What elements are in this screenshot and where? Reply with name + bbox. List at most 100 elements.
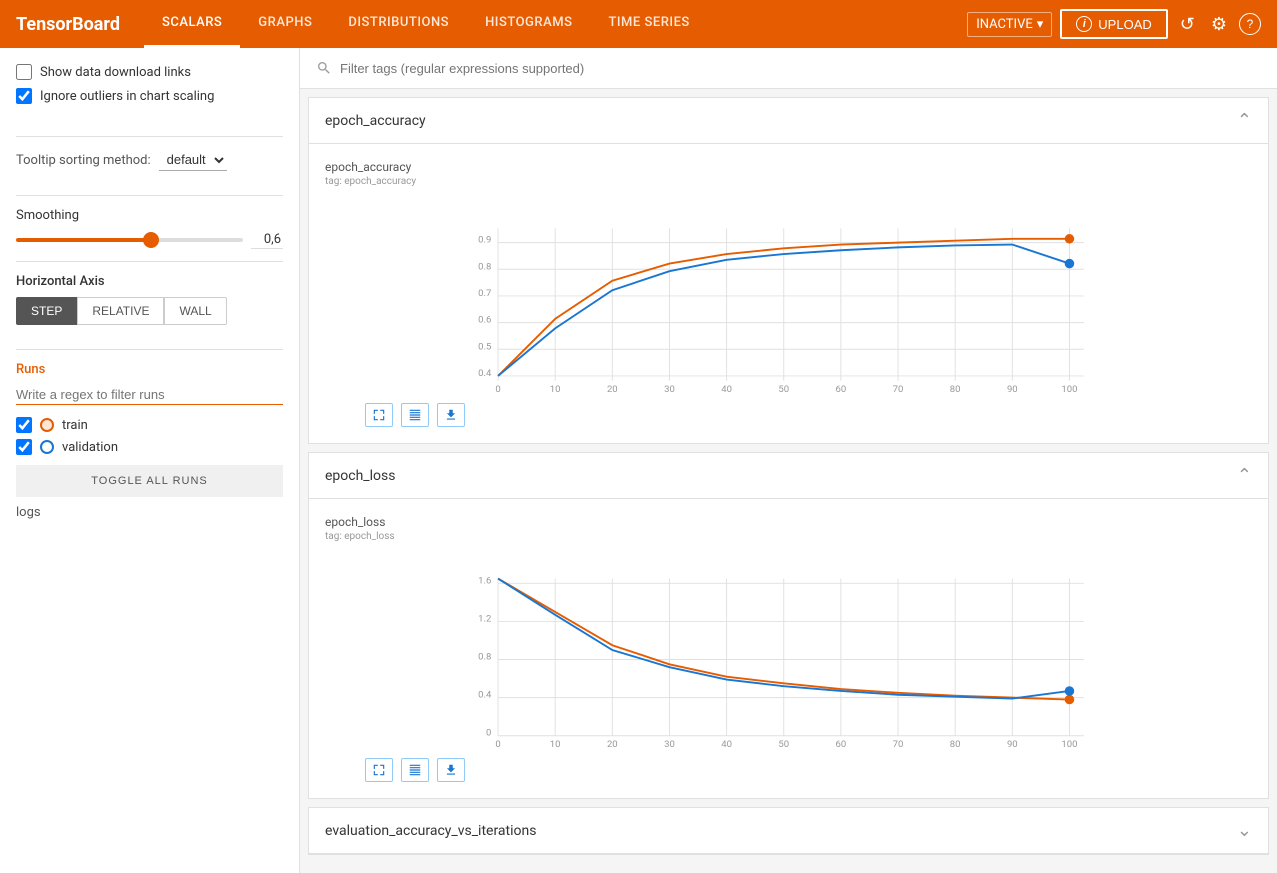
tooltip-label: Tooltip sorting method: (16, 153, 151, 168)
data-table-loss-button[interactable] (401, 758, 429, 782)
run-train-checkbox[interactable] (16, 417, 32, 433)
sidebar: Show data download links Ignore outliers… (0, 48, 300, 873)
svg-text:0.4: 0.4 (478, 690, 492, 701)
refresh-button[interactable]: ↺ (1176, 10, 1199, 39)
show-data-links-checkbox[interactable] (16, 64, 32, 80)
tooltip-select[interactable]: default (159, 149, 227, 171)
smoothing-value: 0,6 (251, 231, 283, 249)
svg-text:0.8: 0.8 (478, 652, 491, 663)
svg-text:0: 0 (486, 728, 491, 739)
axis-wall-button[interactable]: WALL (164, 297, 226, 325)
help-button[interactable]: ? (1239, 13, 1261, 35)
epoch-accuracy-chart-area: 0.4 0.5 0.6 0.7 0.8 0.9 (325, 195, 1252, 395)
brand-logo: TensorBoard (16, 14, 120, 35)
horiz-axis-label: Horizontal Axis (16, 274, 283, 289)
collapse-loss-icon: ⌃ (1237, 465, 1252, 486)
smoothing-label: Smoothing (16, 208, 283, 223)
show-data-links-row: Show data download links (16, 64, 283, 80)
svg-text:80: 80 (950, 384, 961, 395)
runs-filter-input[interactable] (16, 385, 283, 405)
divider-2 (16, 195, 283, 196)
epoch-loss-svg: 0 0.4 0.8 1.2 1.6 (325, 550, 1252, 750)
search-icon (316, 60, 332, 76)
train-accuracy-endpoint (1065, 234, 1075, 244)
main-content: epoch_accuracy ⌃ epoch_accuracy tag: epo… (300, 48, 1277, 873)
svg-text:0.6: 0.6 (478, 315, 491, 326)
svg-text:30: 30 (664, 384, 675, 395)
nav-time-series[interactable]: TIME SERIES (590, 0, 707, 48)
info-icon: i (1076, 16, 1092, 32)
epoch-accuracy-svg: 0.4 0.5 0.6 0.7 0.8 0.9 (325, 195, 1252, 395)
svg-text:0: 0 (495, 384, 500, 395)
svg-text:60: 60 (836, 384, 847, 395)
svg-text:0: 0 (495, 739, 500, 750)
epoch-accuracy-header[interactable]: epoch_accuracy ⌃ (309, 98, 1268, 144)
svg-text:0.9: 0.9 (478, 235, 491, 246)
nav-items: SCALARS GRAPHS DISTRIBUTIONS HISTOGRAMS … (144, 0, 708, 48)
epoch-loss-chart-area: 0 0.4 0.8 1.2 1.6 (325, 550, 1252, 750)
expand-loss-button[interactable] (365, 758, 393, 782)
upload-button[interactable]: i UPLOAD (1060, 9, 1167, 39)
loss-chart-controls (325, 758, 1252, 782)
loss-grid: 0 0.4 0.8 1.2 1.6 (478, 575, 1084, 750)
run-row-validation[interactable]: validation (16, 439, 283, 455)
validation-accuracy-endpoint (1065, 259, 1075, 269)
epoch-accuracy-container: epoch_accuracy tag: epoch_accuracy 0.4 0… (325, 160, 1252, 427)
epoch-loss-chart-subtitle: tag: epoch_loss (325, 531, 1252, 542)
grid: 0.4 0.5 0.6 0.7 0.8 0.9 (478, 228, 1084, 395)
accuracy-chart-controls (325, 403, 1252, 427)
svg-text:100: 100 (1061, 739, 1077, 750)
epoch-loss-header[interactable]: epoch_loss ⌃ (309, 453, 1268, 499)
epoch-loss-section: epoch_loss ⌃ epoch_loss tag: epoch_loss … (308, 452, 1269, 799)
epoch-accuracy-chart-subtitle: tag: epoch_accuracy (325, 176, 1252, 187)
nav-graphs[interactable]: GRAPHS (240, 0, 330, 48)
nav-histograms[interactable]: HISTOGRAMS (467, 0, 590, 48)
inactive-select[interactable]: INACTIVE ▾ (967, 12, 1052, 37)
eval-accuracy-header[interactable]: evaluation_accuracy_vs_iterations ⌄ (309, 808, 1268, 854)
svg-text:100: 100 (1061, 384, 1077, 395)
epoch-loss-container: epoch_loss tag: epoch_loss 0 0.4 0.8 1.2… (325, 515, 1252, 782)
svg-text:90: 90 (1007, 384, 1018, 395)
svg-text:90: 90 (1007, 739, 1018, 750)
horiz-axis-buttons: STEP RELATIVE WALL (16, 297, 283, 325)
settings-button[interactable]: ⚙ (1207, 10, 1231, 39)
svg-text:0.4: 0.4 (478, 368, 492, 379)
epoch-loss-body: epoch_loss tag: epoch_loss 0 0.4 0.8 1.2… (309, 499, 1268, 798)
svg-text:20: 20 (607, 739, 618, 750)
svg-text:0.5: 0.5 (478, 341, 491, 352)
tooltip-row: Tooltip sorting method: default (16, 149, 283, 171)
expand-eval-icon: ⌄ (1237, 820, 1252, 841)
nav-distributions[interactable]: DISTRIBUTIONS (330, 0, 467, 48)
expand-chart-button[interactable] (365, 403, 393, 427)
axis-relative-button[interactable]: RELATIVE (77, 297, 164, 325)
axis-step-button[interactable]: STEP (16, 297, 77, 325)
collapse-accuracy-icon: ⌃ (1237, 110, 1252, 131)
epoch-accuracy-chart-title: epoch_accuracy (325, 160, 1252, 174)
dropdown-arrow-icon: ▾ (1037, 17, 1044, 32)
svg-text:50: 50 (778, 739, 789, 750)
run-train-circle (40, 418, 54, 432)
smoothing-slider[interactable] (16, 238, 243, 242)
eval-accuracy-title: evaluation_accuracy_vs_iterations (325, 823, 536, 839)
run-validation-checkbox[interactable] (16, 439, 32, 455)
run-validation-label: validation (62, 440, 118, 455)
divider-4 (16, 349, 283, 350)
epoch-loss-chart-title: epoch_loss (325, 515, 1252, 529)
svg-text:1.6: 1.6 (478, 575, 491, 586)
divider-3 (16, 261, 283, 262)
ignore-outliers-checkbox[interactable] (16, 88, 32, 104)
top-nav: TensorBoard SCALARS GRAPHS DISTRIBUTIONS… (0, 0, 1277, 48)
show-data-links-label: Show data download links (40, 65, 191, 80)
download-loss-button[interactable] (437, 758, 465, 782)
filter-tags-input[interactable] (340, 61, 1261, 76)
download-button[interactable] (437, 403, 465, 427)
svg-text:40: 40 (721, 739, 732, 750)
run-row-train[interactable]: train (16, 417, 283, 433)
validation-loss-endpoint (1065, 686, 1075, 696)
svg-text:80: 80 (950, 739, 961, 750)
nav-scalars[interactable]: SCALARS (144, 0, 240, 48)
data-table-button[interactable] (401, 403, 429, 427)
logs-link[interactable]: logs (16, 505, 283, 520)
data-options: Show data download links Ignore outliers… (16, 64, 283, 112)
toggle-all-runs-button[interactable]: TOGGLE ALL RUNS (16, 465, 283, 497)
